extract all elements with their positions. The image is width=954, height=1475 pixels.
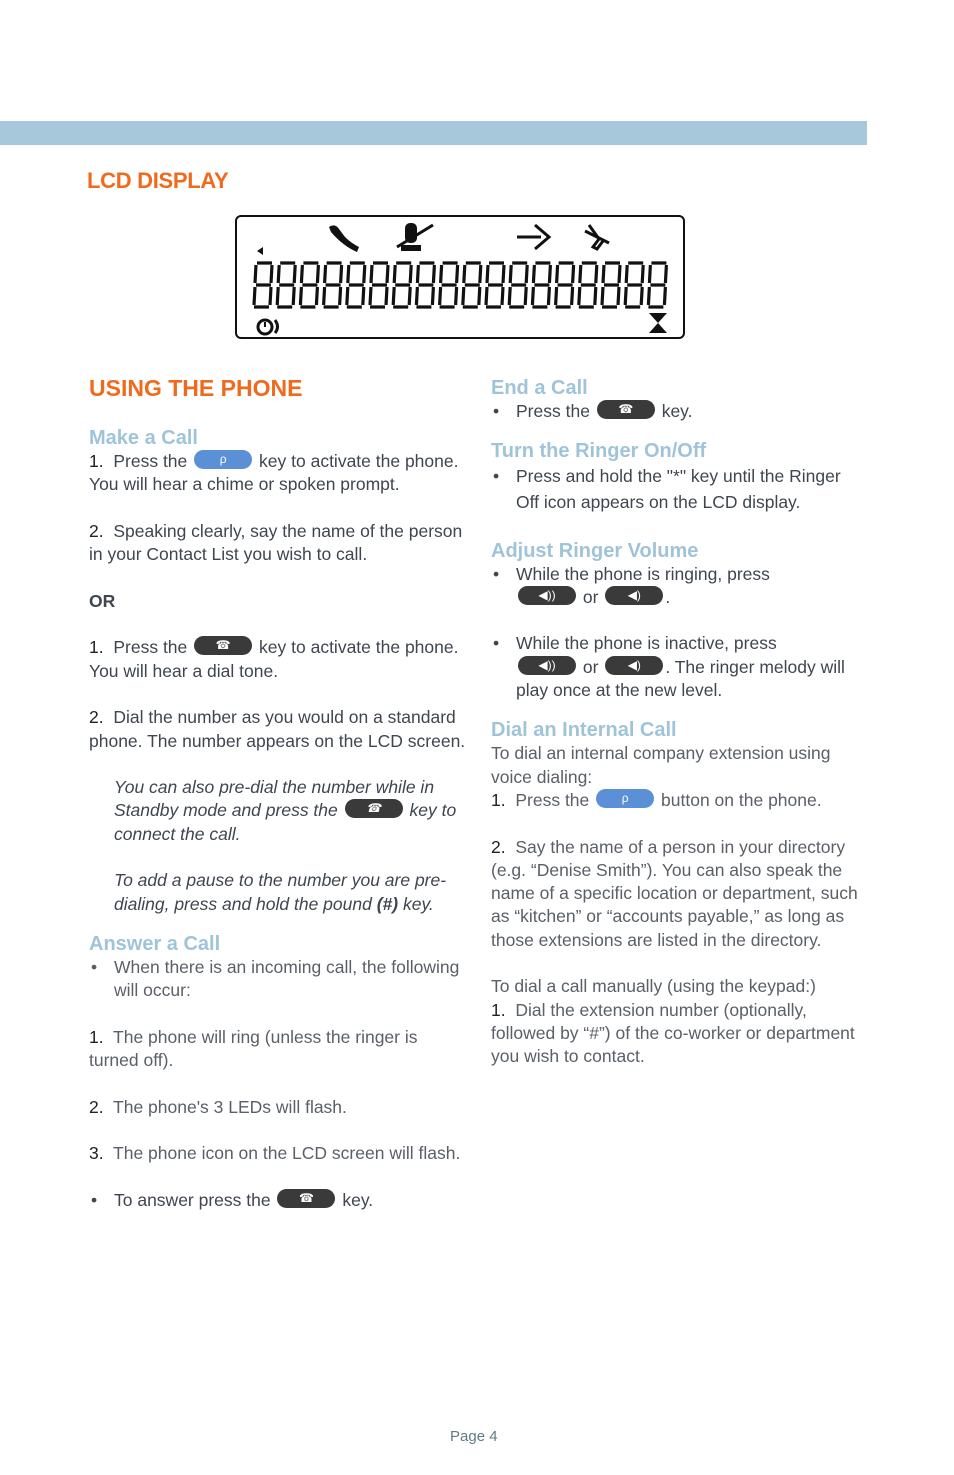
lcd-digit [345,261,367,309]
end-call-heading: End a Call [491,377,588,399]
lcd-digit [600,261,622,309]
answer-item-1: 1. The phone will ring (unless the ringe… [89,1026,418,1071]
voice-key-button: ρ [194,450,253,469]
volume-down-key: ◀) [605,585,664,605]
ringer-off-icon [584,224,610,251]
volume-up-key: ◀)) [518,585,576,605]
lcd-digits [252,261,668,309]
lcd-digit [646,261,668,309]
alt-step2: 2. Dial the number as you would on a sta… [89,707,466,751]
handset-key-icon: ☎ [215,638,231,653]
lcd-digit [623,261,645,309]
make-call-step2: 2. Speaking clearly, say the name of the… [89,520,463,565]
handset-key-button: ☎ [194,636,253,656]
internal-step1: 1. Press the ρ button on the phone. [491,788,822,810]
alt-step1: 1. Press the ☎ key to activate the phone… [89,636,459,681]
lcd-digit [438,261,460,309]
answer-call-heading: Answer a Call [89,932,221,955]
lcd-digit [368,261,390,309]
voice-key-button: ρ [596,788,655,808]
lcd-digit [507,261,529,309]
make-call-step1: 1. Press the ρ key to activate the phone… [89,450,459,495]
manual-intro: To dial a call manually (using the keypa… [491,976,816,997]
handset-key-icon: ☎ [618,402,634,416]
manual-step1: 1. Dial the extension number (optionally… [491,999,855,1067]
right-column: End a Call Press the ☎ key. Turn the Rin… [491,376,866,1069]
forward-arrow-icon [517,223,552,251]
or-label: OR [89,590,116,611]
handset-icon [329,225,359,252]
answer-bullet-1: When there is an incoming call, the foll… [89,956,469,1003]
answer-item-3: 3. The phone icon on the LCD screen will… [89,1143,461,1164]
lcd-digit [298,261,320,309]
handset-key-button: ☎ [277,1188,336,1208]
lcd-digit [530,261,552,309]
lcd-display-title: LCD DISPLAY [87,168,229,193]
ringer-volume-heading: Adjust Ringer Volume [491,539,699,562]
lcd-digit [484,261,506,309]
lcd-digit [322,261,344,309]
volume-up-icon: ◀)) [538,657,556,672]
internal-intro: To dial an internal company extension us… [491,743,831,787]
answer-bullet-2: To answer press the ☎ key. [89,1188,469,1213]
lcd-display-diagram [235,215,685,339]
using-the-phone-title: USING THE PHONE [89,375,303,401]
volume-up-key: ◀)) [518,655,576,675]
lcd-svg [252,223,668,336]
internal-call-heading: Dial an Internal Call [491,719,677,742]
ringer-onoff-heading: Turn the Ringer On/Off [491,440,707,463]
handset-key-icon: ☎ [366,801,382,816]
mute-mic-icon [396,223,434,251]
lcd-digit [577,261,599,309]
volume-down-icon: ◀) [627,657,641,672]
lcd-digit [252,261,274,309]
internal-step2: 2. Say the name of a person in your dire… [491,836,858,950]
volume-down-icon: ◀) [627,587,641,602]
handset-key-button: ☎ [596,400,655,419]
ringer-onoff-bullet: Press and hold the "*" key until the Rin… [491,463,866,515]
volume-up-icon: ◀)) [538,587,556,602]
clock-call-icon [256,318,279,336]
voice-key-icon: ρ [219,452,227,466]
answer-item-2: 2. The phone's 3 LEDs will flash. [89,1096,347,1117]
voice-key-icon: ρ [621,790,629,805]
lcd-digit [391,261,413,309]
page-number: Page 4 [450,1428,498,1445]
volume-arrow-icon [257,247,263,255]
lcd-digit [461,261,483,309]
header-bar [0,121,867,145]
lcd-digit [275,261,297,309]
pause-note: To add a pause to the number you are pre… [114,870,447,914]
handset-key-button: ☎ [344,799,403,819]
left-column: Make a Call 1. Press the ρ key to activa… [89,426,469,1213]
handset-key-icon: ☎ [299,1190,314,1205]
hourglass-icon [649,313,667,333]
ringer-volume-bullet-2: While the phone is inactive, press ◀)) o… [491,632,866,702]
volume-down-key: ◀) [605,655,664,675]
make-call-heading: Make a Call [89,427,198,449]
end-call-bullet: Press the ☎ key. [491,400,866,424]
ringer-volume-bullet-1: While the phone is ringing, press ◀)) or… [491,563,866,610]
lcd-digit [414,261,436,309]
lcd-digit [554,261,576,309]
predial-note: You can also pre-dial the number while i… [114,777,457,844]
